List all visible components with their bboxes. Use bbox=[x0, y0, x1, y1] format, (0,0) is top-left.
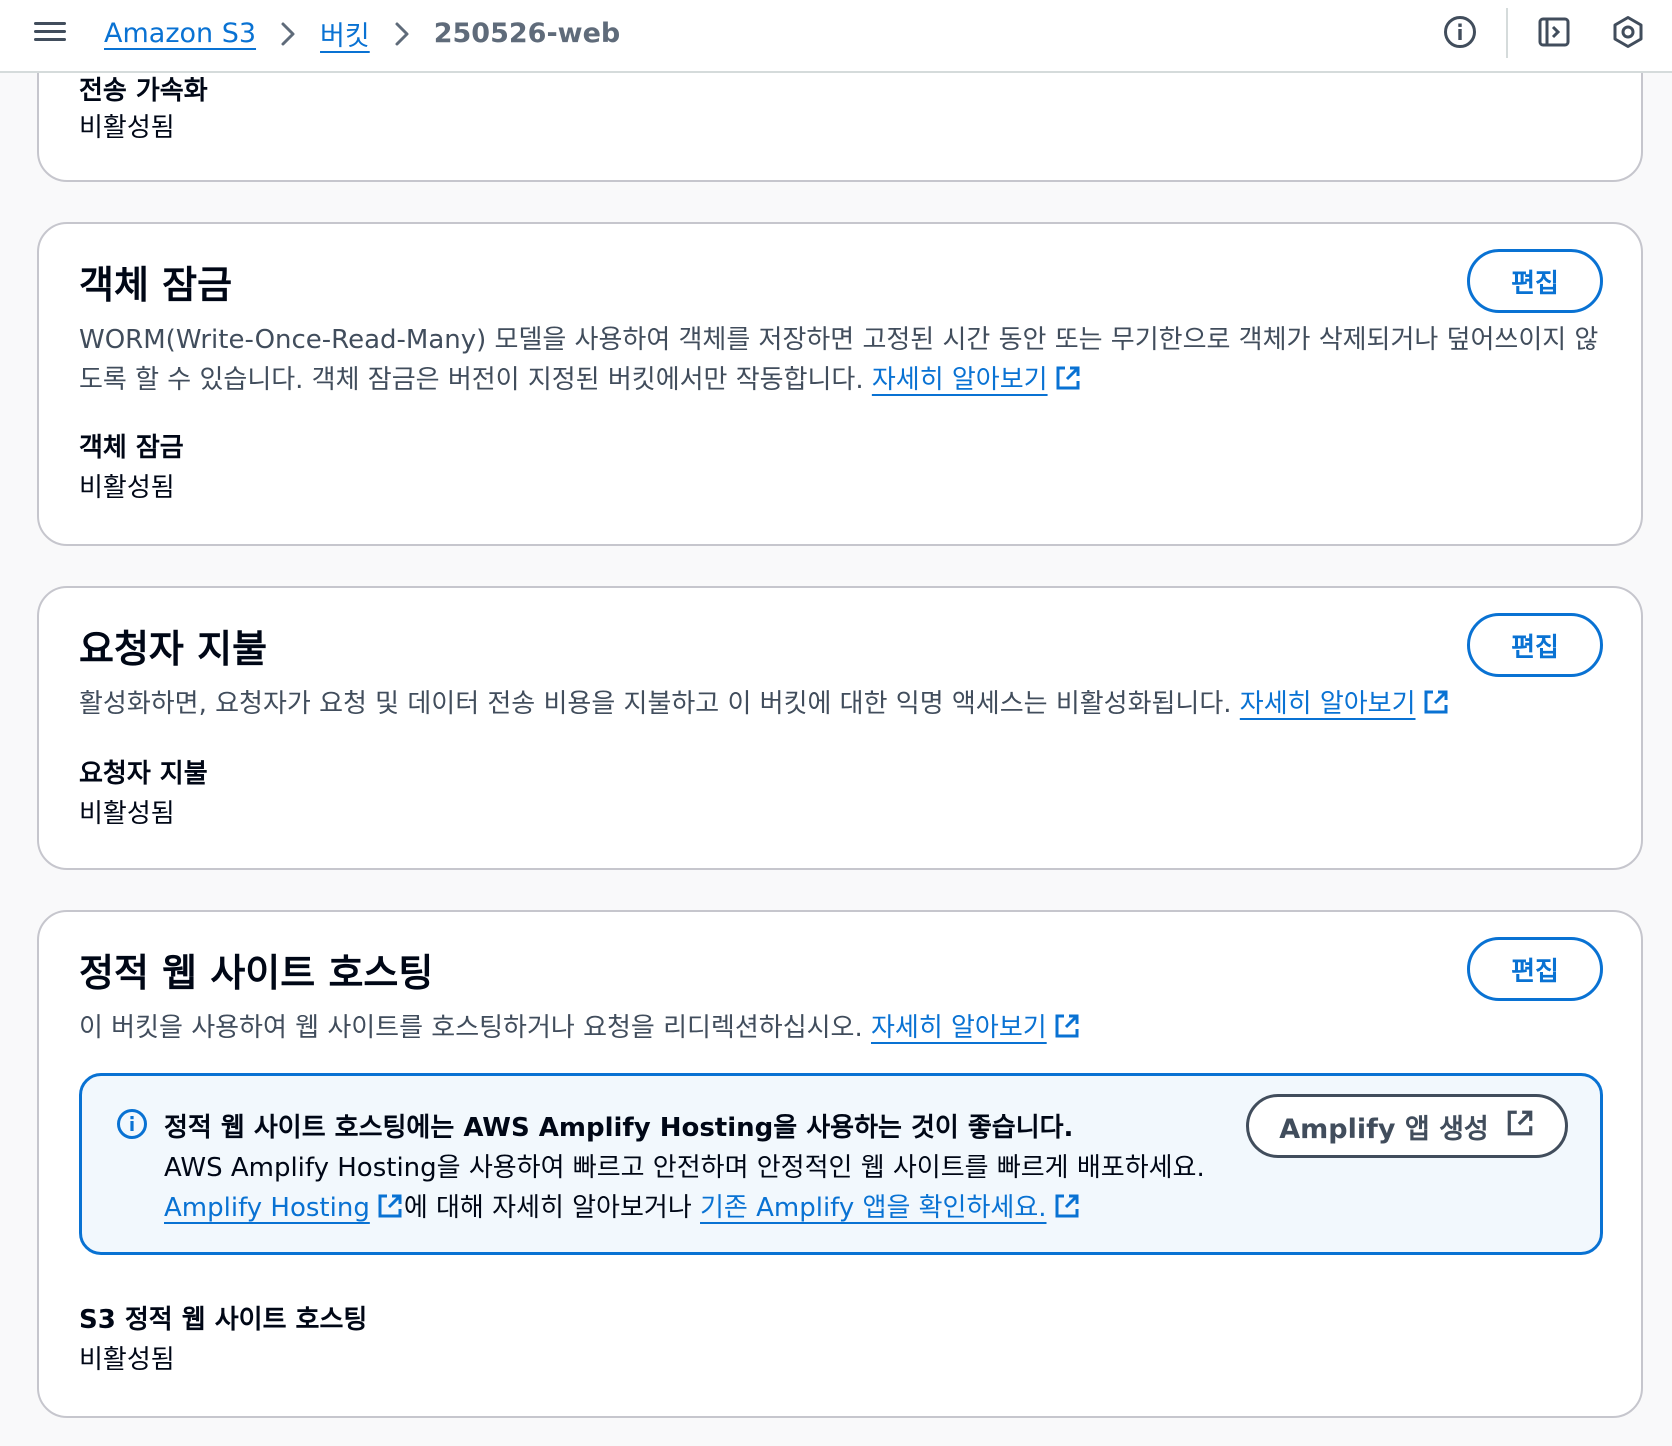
chevron-right-icon bbox=[394, 21, 410, 47]
object-lock-description: WORM(Write-Once-Read-Many) 모델을 사용하여 객체를 … bbox=[79, 320, 1639, 404]
requester-pays-learn-more-link[interactable]: 자세히 알아보기 bbox=[1240, 689, 1416, 719]
external-link-icon bbox=[376, 1192, 404, 1227]
s3-static-hosting-field-label: S3 정적 웹 사이트 호스팅 bbox=[79, 1305, 368, 1335]
info-circle-icon bbox=[116, 1108, 148, 1144]
transfer-acceleration-label: 전송 가속화 bbox=[79, 76, 208, 106]
static-hosting-learn-more-link[interactable]: 자세히 알아보기 bbox=[871, 1013, 1047, 1043]
object-lock-card: 객체 잠금 편집 WORM(Write-Once-Read-Many) 모델을 … bbox=[37, 222, 1643, 546]
info-circle-icon[interactable] bbox=[1442, 14, 1478, 50]
external-link-icon bbox=[1422, 688, 1450, 728]
object-lock-desc-line2: 도록 할 수 있습니다. 객체 잠금은 버전이 지정된 버킷에서만 작동합니다. bbox=[79, 365, 864, 395]
object-lock-field-label: 객체 잠금 bbox=[79, 433, 184, 463]
amplify-info-line2: AWS Amplify Hosting을 사용하여 빠르고 안전하며 안정적인 … bbox=[164, 1153, 1205, 1183]
amplify-hosting-link[interactable]: Amplify Hosting bbox=[164, 1193, 370, 1223]
external-link-icon bbox=[1053, 1012, 1081, 1052]
settings-hexagon-icon[interactable] bbox=[1610, 14, 1646, 50]
chevron-right-icon bbox=[280, 21, 296, 47]
requester-pays-description: 활성화하면, 요청자가 요청 및 데이터 전송 비용을 지불하고 이 버킷에 대… bbox=[79, 684, 1639, 728]
static-hosting-edit-button[interactable]: 편집 bbox=[1467, 937, 1603, 1001]
create-amplify-app-label: Amplify 앱 생성 bbox=[1279, 1113, 1489, 1145]
object-lock-field-value: 비활성됨 bbox=[79, 473, 175, 503]
requester-pays-desc-text: 활성화하면, 요청자가 요청 및 데이터 전송 비용을 지불하고 이 버킷에 대… bbox=[79, 689, 1232, 719]
transfer-acceleration-value: 비활성됨 bbox=[79, 113, 175, 143]
requester-pays-field-label: 요청자 지불 bbox=[79, 759, 208, 789]
static-website-hosting-card: 정적 웹 사이트 호스팅 편집 이 버킷을 사용하여 웹 사이트를 호스팅하거나… bbox=[37, 910, 1643, 1418]
object-lock-edit-button[interactable]: 편집 bbox=[1467, 249, 1603, 313]
amplify-info-alert: 정적 웹 사이트 호스팅에는 AWS Amplify Hosting을 사용하는… bbox=[79, 1073, 1603, 1255]
breadcrumb-item-current-bucket: 250526-web bbox=[433, 18, 621, 49]
requester-pays-title: 요청자 지불 bbox=[79, 627, 268, 671]
toolbar-divider bbox=[1506, 8, 1508, 58]
object-lock-learn-more-link[interactable]: 자세히 알아보기 bbox=[872, 365, 1048, 395]
hamburger-menu-icon[interactable] bbox=[34, 17, 66, 47]
breadcrumb: Amazon S3 버킷 250526-web bbox=[104, 14, 620, 53]
existing-amplify-apps-link[interactable]: 기존 Amplify 앱을 확인하세요. bbox=[700, 1193, 1047, 1223]
side-panel-icon[interactable] bbox=[1536, 14, 1572, 50]
external-link-icon bbox=[1054, 364, 1082, 404]
amplify-info-mid-text: 에 대해 자세히 알아보거나 bbox=[403, 1193, 692, 1223]
breadcrumb-item-s3[interactable]: Amazon S3 bbox=[104, 18, 256, 49]
requester-pays-card: 요청자 지불 편집 활성화하면, 요청자가 요청 및 데이터 전송 비용을 지불… bbox=[37, 586, 1643, 870]
external-link-icon bbox=[1505, 1108, 1535, 1145]
external-link-icon bbox=[1053, 1192, 1081, 1227]
top-navigation-bar: Amazon S3 버킷 250526-web bbox=[0, 0, 1672, 73]
create-amplify-app-button[interactable]: Amplify 앱 생성 bbox=[1246, 1094, 1568, 1158]
object-lock-desc-line1: WORM(Write-Once-Read-Many) 모델을 사용하여 객체를 … bbox=[79, 325, 1599, 355]
object-lock-title: 객체 잠금 bbox=[79, 263, 233, 307]
requester-pays-edit-button[interactable]: 편집 bbox=[1467, 613, 1603, 677]
breadcrumb-item-buckets[interactable]: 버킷 bbox=[320, 14, 370, 53]
static-hosting-title: 정적 웹 사이트 호스팅 bbox=[79, 951, 434, 995]
amplify-info-heading: 정적 웹 사이트 호스팅에는 AWS Amplify Hosting을 사용하는… bbox=[164, 1113, 1074, 1143]
requester-pays-field-value: 비활성됨 bbox=[79, 799, 175, 829]
static-hosting-description: 이 버킷을 사용하여 웹 사이트를 호스팅하거나 요청을 리디렉션하십시오. 자… bbox=[79, 1008, 1639, 1052]
static-hosting-desc-text: 이 버킷을 사용하여 웹 사이트를 호스팅하거나 요청을 리디렉션하십시오. bbox=[79, 1013, 863, 1043]
s3-static-hosting-field-value: 비활성됨 bbox=[79, 1345, 175, 1375]
amplify-info-line3: Amplify Hosting 에 대해 자세히 알아보거나 기존 Amplify… bbox=[164, 1187, 1081, 1227]
